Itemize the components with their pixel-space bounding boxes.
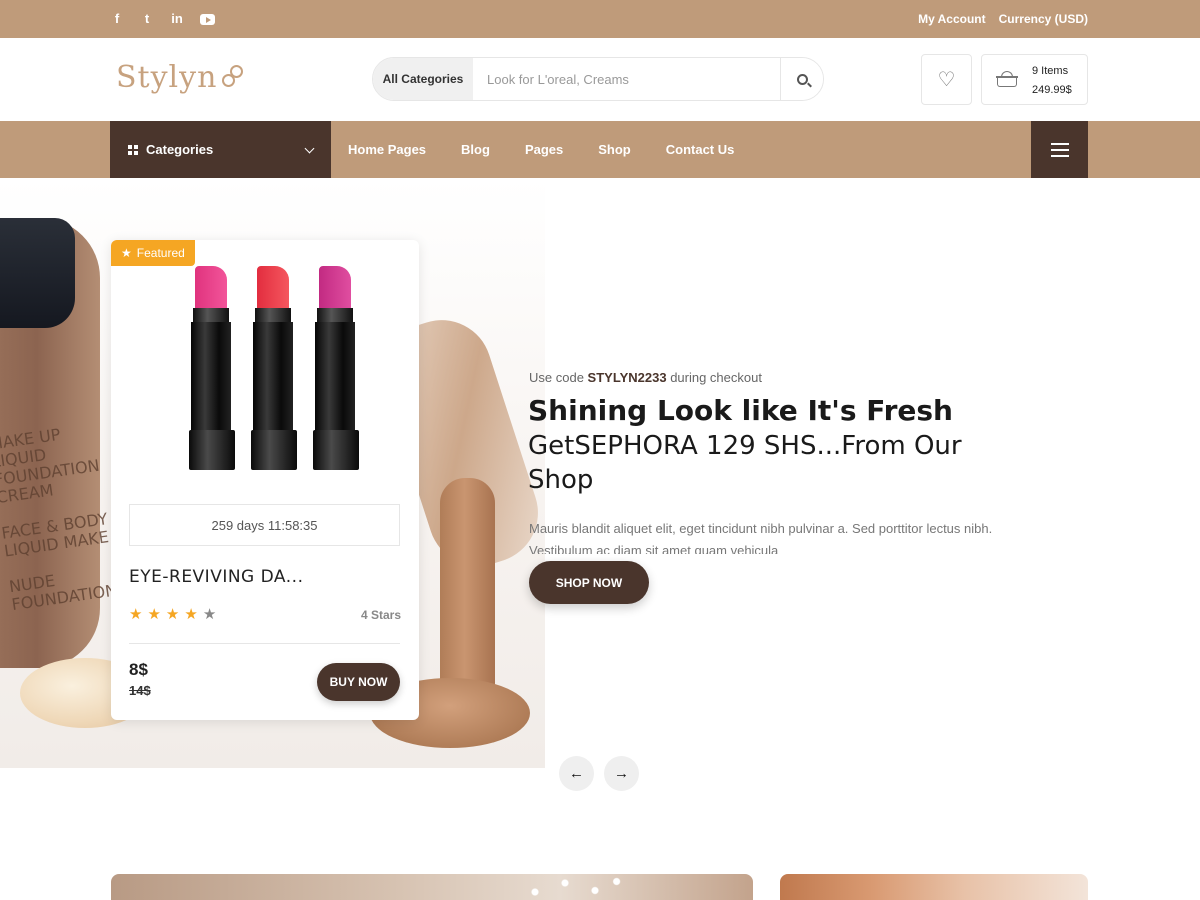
cart-total: 249.99$	[1032, 84, 1072, 96]
hero-title: Shining Look like It's Fresh	[528, 394, 953, 427]
star-filled-icon: ★	[184, 606, 198, 623]
nav-item-contact-us[interactable]: Contact Us	[666, 142, 735, 157]
facebook-icon[interactable]: f	[110, 12, 124, 26]
main-nav: Categories Home Pages Blog Pages Shop Co…	[0, 121, 1200, 178]
foundation-drip-image	[440, 478, 495, 708]
youtube-icon[interactable]	[200, 13, 215, 25]
nav-item-pages[interactable]: Pages	[525, 142, 563, 157]
star-filled-icon: ★	[129, 606, 143, 623]
shop-now-button[interactable]: SHOP NOW	[529, 561, 649, 604]
promo-banner-right[interactable]	[780, 874, 1088, 900]
countdown-timer: 259 days 11:58:35	[129, 504, 400, 546]
promo-suffix: during checkout	[670, 370, 762, 385]
product-old-price: 14$	[129, 683, 151, 698]
logo-mark-icon	[221, 64, 244, 91]
hero-description: Mauris blandit aliquet elit, eget tincid…	[529, 521, 993, 554]
jar-cap-image	[0, 218, 75, 328]
hero-slider: MAKE UP LIQUID FOUNDATION CREAM FACE & B…	[0, 178, 1200, 900]
card-divider	[129, 643, 400, 644]
search-input[interactable]	[473, 58, 781, 100]
promo-prefix: Use code	[529, 370, 584, 385]
slider-prev-button[interactable]: ←	[559, 756, 594, 791]
nav-item-blog[interactable]: Blog	[461, 142, 490, 157]
wishlist-button[interactable]: ♡	[921, 54, 972, 105]
featured-badge-label: Featured	[136, 246, 185, 260]
arrow-left-icon: ←	[569, 765, 584, 782]
search-button[interactable]	[780, 58, 823, 100]
buy-now-button[interactable]: BUY NOW	[317, 663, 400, 701]
featured-product-card[interactable]: ★ Featured 259 days 11:58:35 EYE-REVIVIN…	[111, 240, 419, 720]
lipstick-pink-image	[189, 266, 235, 471]
lipstick-red-image	[251, 266, 297, 471]
currency-selector[interactable]: Currency (USD)	[999, 12, 1088, 26]
social-links: f t in	[110, 0, 215, 38]
twitter-icon[interactable]: t	[140, 12, 154, 26]
promo-banner-left[interactable]	[111, 874, 753, 900]
nav-item-home-pages[interactable]: Home Pages	[348, 142, 426, 157]
rating-label: 4 Stars	[360, 608, 401, 622]
my-account-link[interactable]: My Account	[918, 12, 986, 26]
categories-label: Categories	[146, 142, 214, 157]
logo[interactable]: Stylyn	[116, 60, 244, 95]
categories-dropdown[interactable]: Categories	[110, 121, 331, 178]
cart-item-count: 9 Items	[1032, 65, 1069, 77]
promo-code: STYLYN2233	[587, 370, 667, 385]
product-title[interactable]: EYE-REVIVING DA...	[129, 567, 303, 587]
product-image[interactable]	[189, 266, 379, 476]
search-bar: All Categories	[372, 57, 824, 101]
nav-item-shop[interactable]: Shop	[598, 142, 631, 157]
menu: Home Pages Blog Pages Shop Contact Us	[348, 121, 734, 178]
top-bar: f t in My Account Currency (USD)	[0, 0, 1200, 38]
search-category-select[interactable]: All Categories	[373, 58, 473, 100]
promo-line: Use code STYLYN2233 during checkout	[529, 370, 762, 385]
star-empty-icon: ★	[202, 606, 217, 623]
lipstick-magenta-image	[313, 266, 359, 471]
linkedin-icon[interactable]: in	[170, 12, 184, 26]
basket-icon	[996, 71, 1018, 87]
heart-icon: ♡	[937, 68, 956, 91]
hero-subtitle: GetSEPHORA 129 SHS...From Our Shop	[528, 431, 962, 495]
slider-next-button[interactable]: →	[604, 756, 639, 791]
star-icon: ★	[121, 246, 132, 260]
flowers-image	[511, 874, 631, 900]
featured-badge: ★ Featured	[111, 240, 195, 266]
arrow-right-icon: →	[614, 765, 629, 782]
product-price: 8$	[129, 660, 148, 679]
hamburger-menu-icon[interactable]	[1031, 121, 1088, 178]
rating-stars: ★ ★ ★ ★ ★	[129, 607, 216, 622]
chevron-down-icon	[304, 143, 315, 154]
header: Stylyn All Categories ♡ 9 Items 249.99$	[0, 38, 1200, 121]
star-filled-icon: ★	[147, 606, 161, 623]
grid-icon	[128, 144, 138, 155]
cart-button[interactable]: 9 Items 249.99$	[981, 54, 1088, 105]
search-icon	[796, 73, 808, 85]
logo-text: Stylyn	[116, 60, 218, 95]
top-links: My Account Currency (USD)	[918, 0, 1088, 38]
star-filled-icon: ★	[165, 606, 180, 623]
